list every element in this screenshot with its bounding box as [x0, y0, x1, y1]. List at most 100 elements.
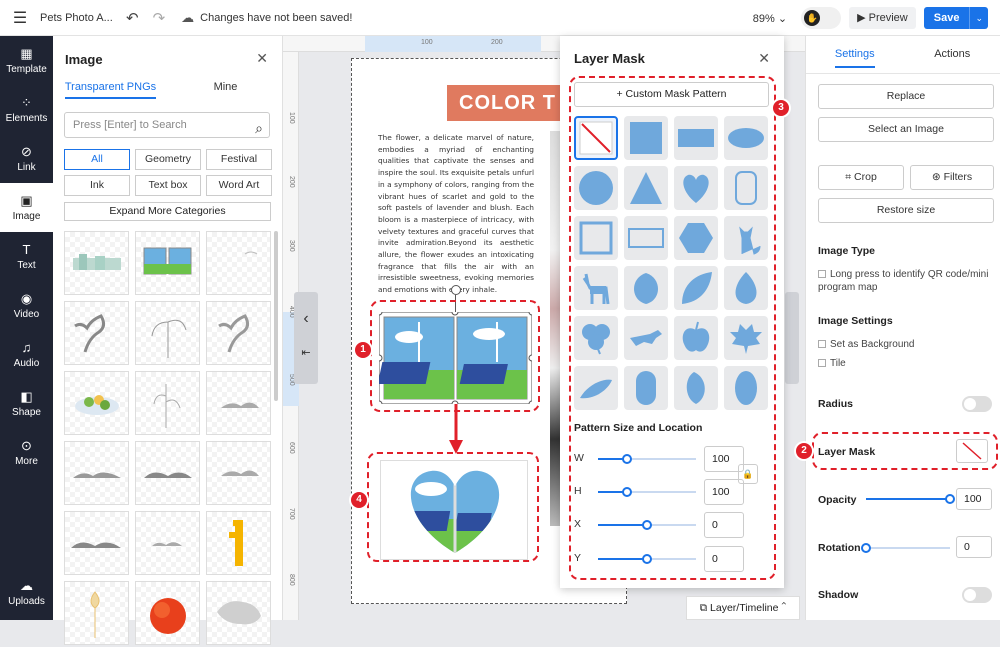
preview-button[interactable]: ▶ Preview	[849, 7, 916, 29]
filters-button[interactable]: ⊛ Filters	[910, 165, 994, 190]
tab-settings[interactable]: Settings	[806, 48, 904, 60]
expand-categories-button[interactable]: Expand More Categories	[64, 202, 271, 221]
image-thumbnail[interactable]	[64, 301, 129, 365]
save-dropdown-icon[interactable]: ⌄	[970, 7, 988, 29]
redo-icon[interactable]: ↷	[153, 9, 166, 27]
category-text-box[interactable]: Text box	[135, 175, 201, 196]
category-geometry[interactable]: Geometry	[135, 149, 201, 170]
nav-template[interactable]: ▦Template	[0, 36, 53, 85]
nav-text[interactable]: TText	[0, 232, 53, 281]
tab-transparent-pngs[interactable]: Transparent PNGs	[53, 78, 168, 104]
rotation-label: Rotation	[818, 542, 861, 554]
scrollbar[interactable]	[274, 231, 278, 401]
shadow-toggle[interactable]	[962, 587, 992, 603]
collapse-panel-button[interactable]: ‹⇤	[294, 292, 318, 384]
slider-knob[interactable]	[861, 543, 871, 553]
image-thumbnail[interactable]	[206, 301, 271, 365]
opacity-label: Opacity	[818, 494, 857, 506]
layer-timeline-button[interactable]: ⧉ Layer/Timeline ⌃	[686, 596, 800, 620]
image-thumbnail[interactable]	[135, 231, 200, 295]
image-thumbnail[interactable]	[64, 441, 129, 505]
undo-icon[interactable]: ↶	[126, 9, 139, 27]
image-thumbnail[interactable]	[206, 511, 271, 575]
nav-uploads[interactable]: ☁Uploads	[0, 568, 53, 617]
nav-link[interactable]: ⊘Link	[0, 134, 53, 183]
image-thumbnail[interactable]	[206, 441, 271, 505]
ruler-label: 700	[288, 508, 295, 520]
upload-icon: ☁	[20, 579, 33, 593]
close-icon[interactable]: ✕	[256, 50, 268, 67]
document-title[interactable]: Pets Photo A...	[40, 12, 112, 24]
opacity-input[interactable]: 100	[956, 488, 992, 510]
nav-elements[interactable]: ⁘Elements	[0, 85, 53, 134]
nav-shape[interactable]: ◧Shape	[0, 379, 53, 428]
nav-audio[interactable]: ♫Audio	[0, 330, 53, 379]
image-thumbnail[interactable]	[135, 581, 200, 645]
nav-video[interactable]: ◉Video	[0, 281, 53, 330]
tile-checkbox[interactable]: Tile	[818, 357, 846, 370]
image-thumbnail[interactable]	[135, 371, 200, 435]
zoom-value: 89%	[753, 13, 775, 25]
rotation-slider[interactable]	[866, 547, 950, 549]
ruler-label: 100	[288, 112, 295, 124]
layers-icon: ⧉	[700, 602, 708, 614]
save-button[interactable]: Save ⌄	[924, 7, 988, 29]
checkbox[interactable]	[818, 270, 826, 278]
category-ink[interactable]: Ink	[64, 175, 130, 196]
slider-knob[interactable]	[945, 494, 955, 504]
crop-button[interactable]: ⌗ Crop	[818, 165, 904, 190]
search-icon[interactable]: ⌕	[255, 116, 263, 140]
radius-toggle[interactable]	[962, 396, 992, 412]
zoom-select[interactable]: 89% ⌄	[753, 12, 787, 25]
toggle-knob	[964, 589, 976, 601]
menu-icon[interactable]: ☰	[0, 8, 40, 28]
category-all[interactable]: All	[64, 149, 130, 170]
category-festival[interactable]: Festival	[206, 149, 272, 170]
rotate-handle[interactable]	[451, 285, 461, 295]
checkbox[interactable]	[818, 340, 826, 348]
ruler-highlight	[365, 36, 541, 52]
checkbox[interactable]	[818, 359, 826, 367]
background-checkbox[interactable]: Set as Background	[818, 338, 915, 351]
nav-label: Template	[6, 64, 47, 75]
image-panel: Image ✕ Transparent PNGs Mine Press [Ent…	[53, 36, 283, 620]
nav-image[interactable]: ▣Image	[0, 183, 53, 232]
image-thumbnail[interactable]	[64, 231, 129, 295]
slider-fill	[866, 498, 950, 500]
annotation-badge-4: 4	[351, 492, 367, 508]
image-thumbnail[interactable]	[64, 581, 129, 645]
tab-actions[interactable]: Actions	[904, 48, 1000, 60]
tab-mine[interactable]: Mine	[168, 78, 283, 104]
panel-title: Image	[65, 52, 103, 67]
image-thumbnail[interactable]	[64, 371, 129, 435]
image-thumbnail[interactable]	[64, 511, 129, 575]
search-input[interactable]: Press [Enter] to Search⌕	[64, 112, 270, 138]
image-thumbnail[interactable]	[135, 441, 200, 505]
popup-title: Layer Mask	[574, 51, 645, 66]
text-icon: T	[23, 243, 31, 257]
image-thumbnail[interactable]	[206, 231, 271, 295]
hand-tool-toggle[interactable]: ✋	[801, 7, 841, 29]
expand-panel-button[interactable]	[785, 292, 799, 384]
page-paragraph[interactable]: The flower, a delicate marvel of nature,…	[378, 132, 534, 296]
ruler-label: 600	[288, 442, 295, 454]
save-status: Changes have not been saved!	[200, 12, 352, 24]
image-thumbnail[interactable]	[206, 371, 271, 435]
nav-more[interactable]: ⊙More	[0, 428, 53, 477]
restore-size-button[interactable]: Restore size	[818, 198, 994, 223]
image-thumbnail[interactable]	[135, 511, 200, 575]
image-thumbnail[interactable]	[206, 581, 271, 645]
replace-button[interactable]: Replace	[818, 84, 994, 109]
category-word-art[interactable]: Word Art	[206, 175, 272, 196]
image-type-heading: Image Type	[818, 245, 875, 257]
close-icon[interactable]: ✕	[758, 50, 770, 67]
opacity-slider[interactable]	[866, 498, 950, 500]
qr-checkbox[interactable]: Long press to identify QR code/mini prog…	[818, 268, 996, 294]
image-thumbnail[interactable]	[135, 301, 200, 365]
annotation-badge-2: 2	[796, 443, 812, 459]
rotation-input[interactable]: 0	[956, 536, 992, 558]
divider	[806, 73, 1000, 74]
select-image-button[interactable]: Select an Image	[818, 117, 994, 142]
page-heading[interactable]: COLOR T	[447, 85, 577, 121]
save-label[interactable]: Save	[924, 7, 971, 29]
